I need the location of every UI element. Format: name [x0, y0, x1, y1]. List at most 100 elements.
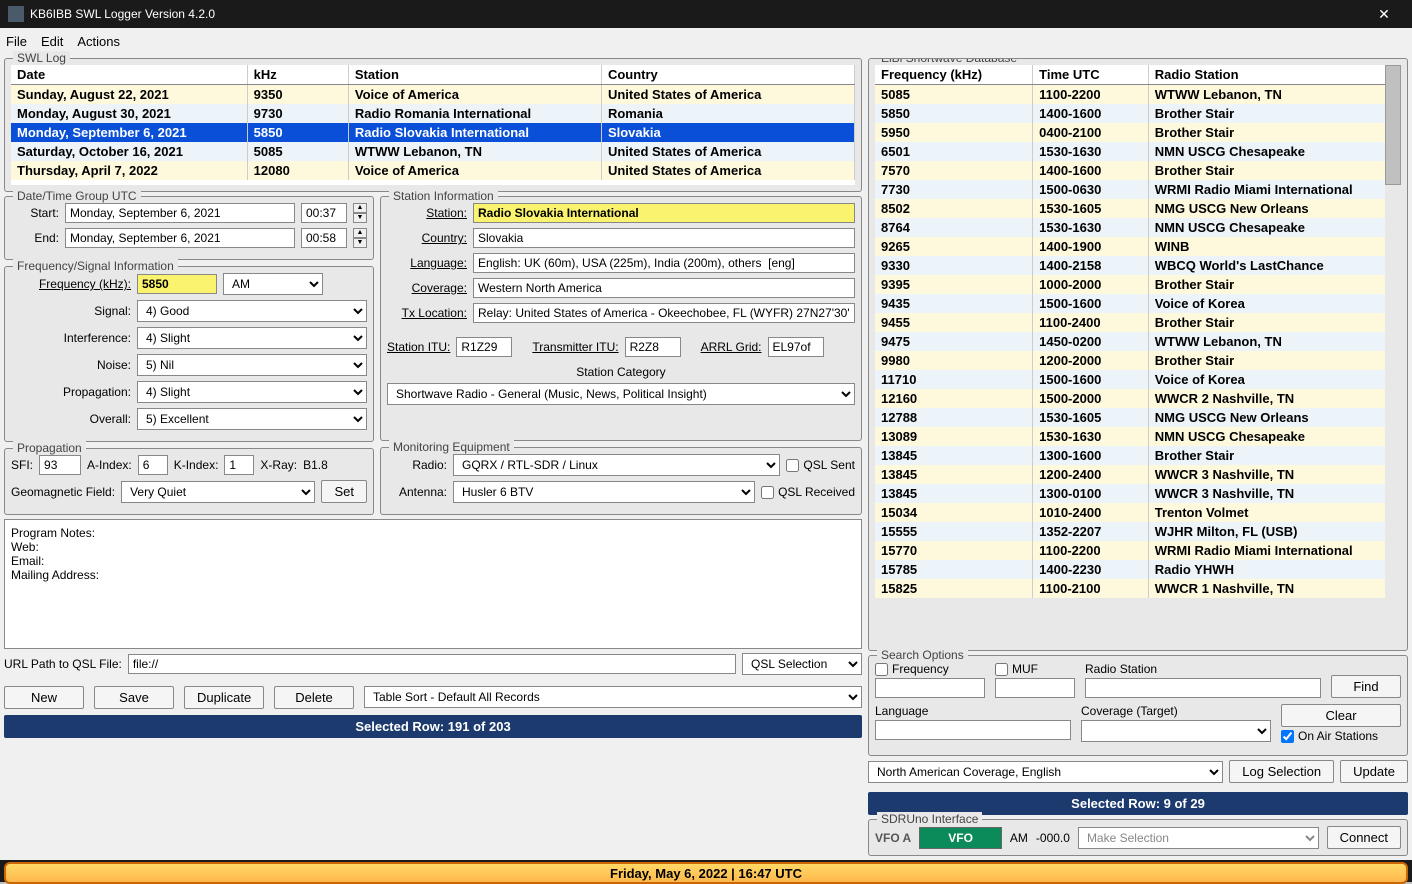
qsl-selection-select[interactable]: QSL Selection: [742, 653, 862, 675]
save-button[interactable]: Save: [94, 686, 174, 709]
set-button[interactable]: Set: [321, 480, 367, 503]
qsl-recv-check[interactable]: [761, 486, 774, 499]
menu-actions[interactable]: Actions: [77, 34, 120, 49]
table-row[interactable]: 94551100-2400Brother Stair: [875, 313, 1401, 332]
table-row[interactable]: 94751450-0200WTWW Lebanon, TN: [875, 332, 1401, 351]
table-row[interactable]: 138451300-1600Brother Stair: [875, 446, 1401, 465]
menu-edit[interactable]: Edit: [41, 34, 63, 49]
geo-select[interactable]: Very Quiet: [121, 481, 315, 503]
table-row[interactable]: Monday, August 30, 20219730Radio Romania…: [11, 104, 855, 123]
mode-select[interactable]: AM: [223, 273, 323, 295]
tx-itu-input[interactable]: [625, 337, 681, 357]
table-row[interactable]: 138451300-0100WWCR 3 Nashville, TN: [875, 484, 1401, 503]
url-path-input[interactable]: [128, 654, 736, 674]
menu-file[interactable]: File: [6, 34, 27, 49]
station-input[interactable]: [473, 203, 855, 223]
table-row[interactable]: 59500400-2100Brother Stair: [875, 123, 1401, 142]
end-time-spinner[interactable]: ▲▼: [353, 228, 367, 248]
search-muf-input[interactable]: [995, 678, 1075, 698]
kindex-input[interactable]: [224, 455, 254, 475]
col-radio[interactable]: Radio Station: [1148, 65, 1400, 85]
vfo-button[interactable]: VFO: [919, 827, 1002, 849]
table-row[interactable]: 121601500-2000WWCR 2 Nashville, TN: [875, 389, 1401, 408]
end-date-input[interactable]: [65, 228, 295, 248]
onair-check[interactable]: [1281, 730, 1294, 743]
delete-button[interactable]: Delete: [274, 686, 354, 709]
connect-button[interactable]: Connect: [1327, 826, 1401, 849]
table-sort-select[interactable]: Table Sort - Default All Records: [364, 686, 862, 708]
coverage-preset-select[interactable]: North American Coverage, English: [868, 761, 1223, 783]
find-button[interactable]: Find: [1331, 675, 1401, 698]
scrollbar[interactable]: [1385, 65, 1401, 644]
make-selection-select[interactable]: Make Selection: [1078, 827, 1319, 849]
start-time-input[interactable]: [301, 203, 347, 223]
col-station[interactable]: Station: [348, 65, 601, 85]
txloc-input[interactable]: [473, 303, 855, 323]
overall-select[interactable]: 5) Excellent: [137, 408, 367, 430]
table-row[interactable]: Sunday, August 22, 20219350Voice of Amer…: [11, 85, 855, 105]
col-country[interactable]: Country: [601, 65, 854, 85]
table-row[interactable]: 92651400-1900WINB: [875, 237, 1401, 256]
close-icon[interactable]: ✕: [1364, 0, 1404, 28]
col-time[interactable]: Time UTC: [1033, 65, 1149, 85]
station-itu-input[interactable]: [456, 337, 512, 357]
noise-select[interactable]: 5) Nil: [137, 354, 367, 376]
table-row[interactable]: 158251100-2100WWCR 1 Nashville, TN: [875, 579, 1401, 598]
notes-area[interactable]: Program Notes: Web: Email: Mailing Addre…: [4, 519, 862, 649]
qsl-sent-check[interactable]: [786, 459, 799, 472]
new-button[interactable]: New: [4, 686, 84, 709]
table-row[interactable]: Saturday, October 16, 20215085WTWW Leban…: [11, 142, 855, 161]
propagation-select[interactable]: 4) Slight: [137, 381, 367, 403]
country-input[interactable]: [473, 228, 855, 248]
language-input[interactable]: [473, 253, 855, 273]
aindex-input[interactable]: [138, 455, 168, 475]
table-row[interactable]: 75701400-1600Brother Stair: [875, 161, 1401, 180]
frequency-input[interactable]: [137, 274, 217, 294]
table-row[interactable]: 94351500-1600Voice of Korea: [875, 294, 1401, 313]
signal-select[interactable]: 4) Good: [137, 300, 367, 322]
table-row[interactable]: 130891530-1630NMN USCG Chesapeake: [875, 427, 1401, 446]
start-time-spinner[interactable]: ▲▼: [353, 203, 367, 223]
search-language-input[interactable]: [875, 720, 1071, 740]
clear-button[interactable]: Clear: [1281, 704, 1401, 727]
sfi-input[interactable]: [39, 455, 81, 475]
table-row[interactable]: 99801200-2000Brother Stair: [875, 351, 1401, 370]
table-row[interactable]: 87641530-1630NMN USCG Chesapeake: [875, 218, 1401, 237]
table-row[interactable]: 93301400-2158WBCQ World's LastChance: [875, 256, 1401, 275]
search-station-input[interactable]: [1085, 678, 1321, 698]
update-button[interactable]: Update: [1340, 760, 1408, 783]
search-freq-input[interactable]: [875, 678, 985, 698]
table-row[interactable]: 58501400-1600Brother Stair: [875, 104, 1401, 123]
radio-select[interactable]: GQRX / RTL-SDR / Linux: [453, 454, 780, 476]
start-date-input[interactable]: [65, 203, 295, 223]
col-freq[interactable]: Frequency (kHz): [875, 65, 1033, 85]
search-muf-check[interactable]: [995, 663, 1008, 676]
category-select[interactable]: Shortwave Radio - General (Music, News, …: [387, 383, 855, 405]
table-row[interactable]: 155551352-2207WJHR Milton, FL (USB): [875, 522, 1401, 541]
interference-select[interactable]: 4) Slight: [137, 327, 367, 349]
table-row[interactable]: 157851400-2230Radio YHWH: [875, 560, 1401, 579]
end-time-input[interactable]: [301, 228, 347, 248]
table-row[interactable]: 127881530-1605NMG USCG New Orleans: [875, 408, 1401, 427]
log-selection-button[interactable]: Log Selection: [1229, 760, 1334, 783]
table-row[interactable]: 138451200-2400WWCR 3 Nashville, TN: [875, 465, 1401, 484]
table-row[interactable]: 93951000-2000Brother Stair: [875, 275, 1401, 294]
antenna-select[interactable]: Husler 6 BTV: [453, 481, 755, 503]
swl-log-table[interactable]: Date kHz Station Country Sunday, August …: [11, 65, 855, 180]
search-coverage-select[interactable]: [1081, 720, 1271, 742]
col-khz[interactable]: kHz: [247, 65, 348, 85]
table-row[interactable]: 117101500-1600Voice of Korea: [875, 370, 1401, 389]
table-row[interactable]: Thursday, April 7, 202212080Voice of Ame…: [11, 161, 855, 180]
table-row[interactable]: 157701100-2200WRMI Radio Miami Internati…: [875, 541, 1401, 560]
table-row[interactable]: 77301500-0630WRMI Radio Miami Internatio…: [875, 180, 1401, 199]
search-freq-check[interactable]: [875, 663, 888, 676]
table-row[interactable]: Monday, September 6, 20215850Radio Slova…: [11, 123, 855, 142]
eibi-table[interactable]: Frequency (kHz) Time UTC Radio Station 5…: [875, 65, 1401, 598]
table-row[interactable]: 85021530-1605NMG USCG New Orleans: [875, 199, 1401, 218]
col-date[interactable]: Date: [11, 65, 247, 85]
duplicate-button[interactable]: Duplicate: [184, 686, 264, 709]
table-row[interactable]: 150341010-2400Trenton Volmet: [875, 503, 1401, 522]
coverage-input[interactable]: [473, 278, 855, 298]
table-row[interactable]: 65011530-1630NMN USCG Chesapeake: [875, 142, 1401, 161]
table-row[interactable]: 50851100-2200WTWW Lebanon, TN: [875, 85, 1401, 105]
